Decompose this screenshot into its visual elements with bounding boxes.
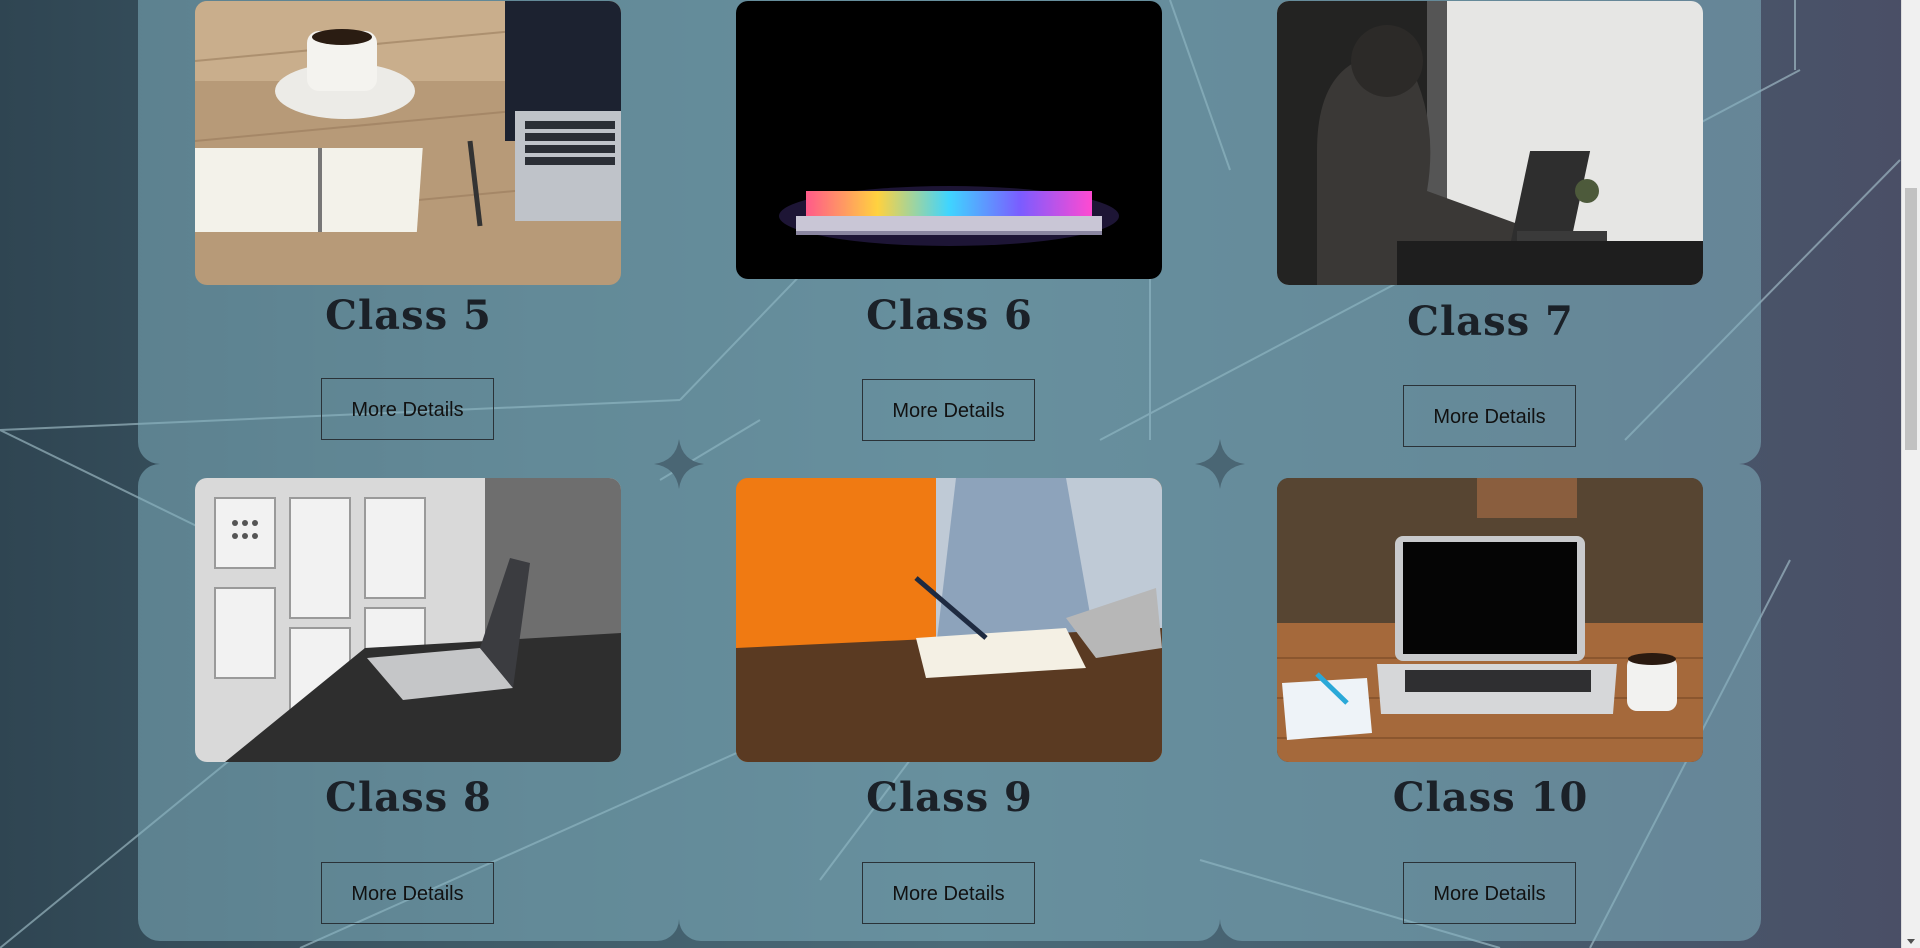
class-9-title: Class 9: [866, 774, 1033, 821]
class-10-title: Class 10: [1392, 774, 1589, 821]
scrollbar-thumb[interactable]: [1905, 188, 1917, 450]
scroll-down-arrow-icon[interactable]: [1907, 939, 1915, 944]
class-10-more-details-button[interactable]: More Details: [1403, 862, 1576, 924]
class-9-photo: [736, 478, 1162, 762]
junction-star-left: [654, 439, 704, 489]
classes-grid: Class 5 More Details Class 6 More Detail…: [0, 0, 1901, 948]
class-6-photo: [736, 1, 1162, 279]
class-card-6: Class 6 More Details: [679, 0, 1220, 464]
class-7-photo: [1277, 1, 1703, 285]
class-8-title: Class 8: [325, 774, 492, 821]
class-card-9: Class 9 More Details: [679, 464, 1220, 941]
class-10-photo: [1277, 478, 1703, 762]
class-5-photo: [195, 1, 621, 285]
class-5-more-details-button[interactable]: More Details: [321, 378, 494, 440]
vertical-scrollbar[interactable]: [1901, 0, 1920, 948]
class-9-more-details-button[interactable]: More Details: [862, 862, 1035, 924]
class-7-more-details-button[interactable]: More Details: [1403, 385, 1576, 447]
class-card-8: Class 8 More Details: [138, 464, 679, 941]
class-card-7: Class 7 More Details: [1220, 0, 1761, 464]
class-8-more-details-button[interactable]: More Details: [321, 862, 494, 924]
class-8-photo: [195, 478, 621, 762]
class-6-title: Class 6: [866, 292, 1033, 339]
class-6-more-details-button[interactable]: More Details: [862, 379, 1035, 441]
junction-star-right: [1195, 439, 1245, 489]
class-5-title: Class 5: [325, 292, 492, 339]
class-card-5: Class 5 More Details: [138, 0, 679, 464]
class-card-10: Class 10 More Details: [1220, 464, 1761, 941]
class-7-title: Class 7: [1407, 298, 1574, 345]
